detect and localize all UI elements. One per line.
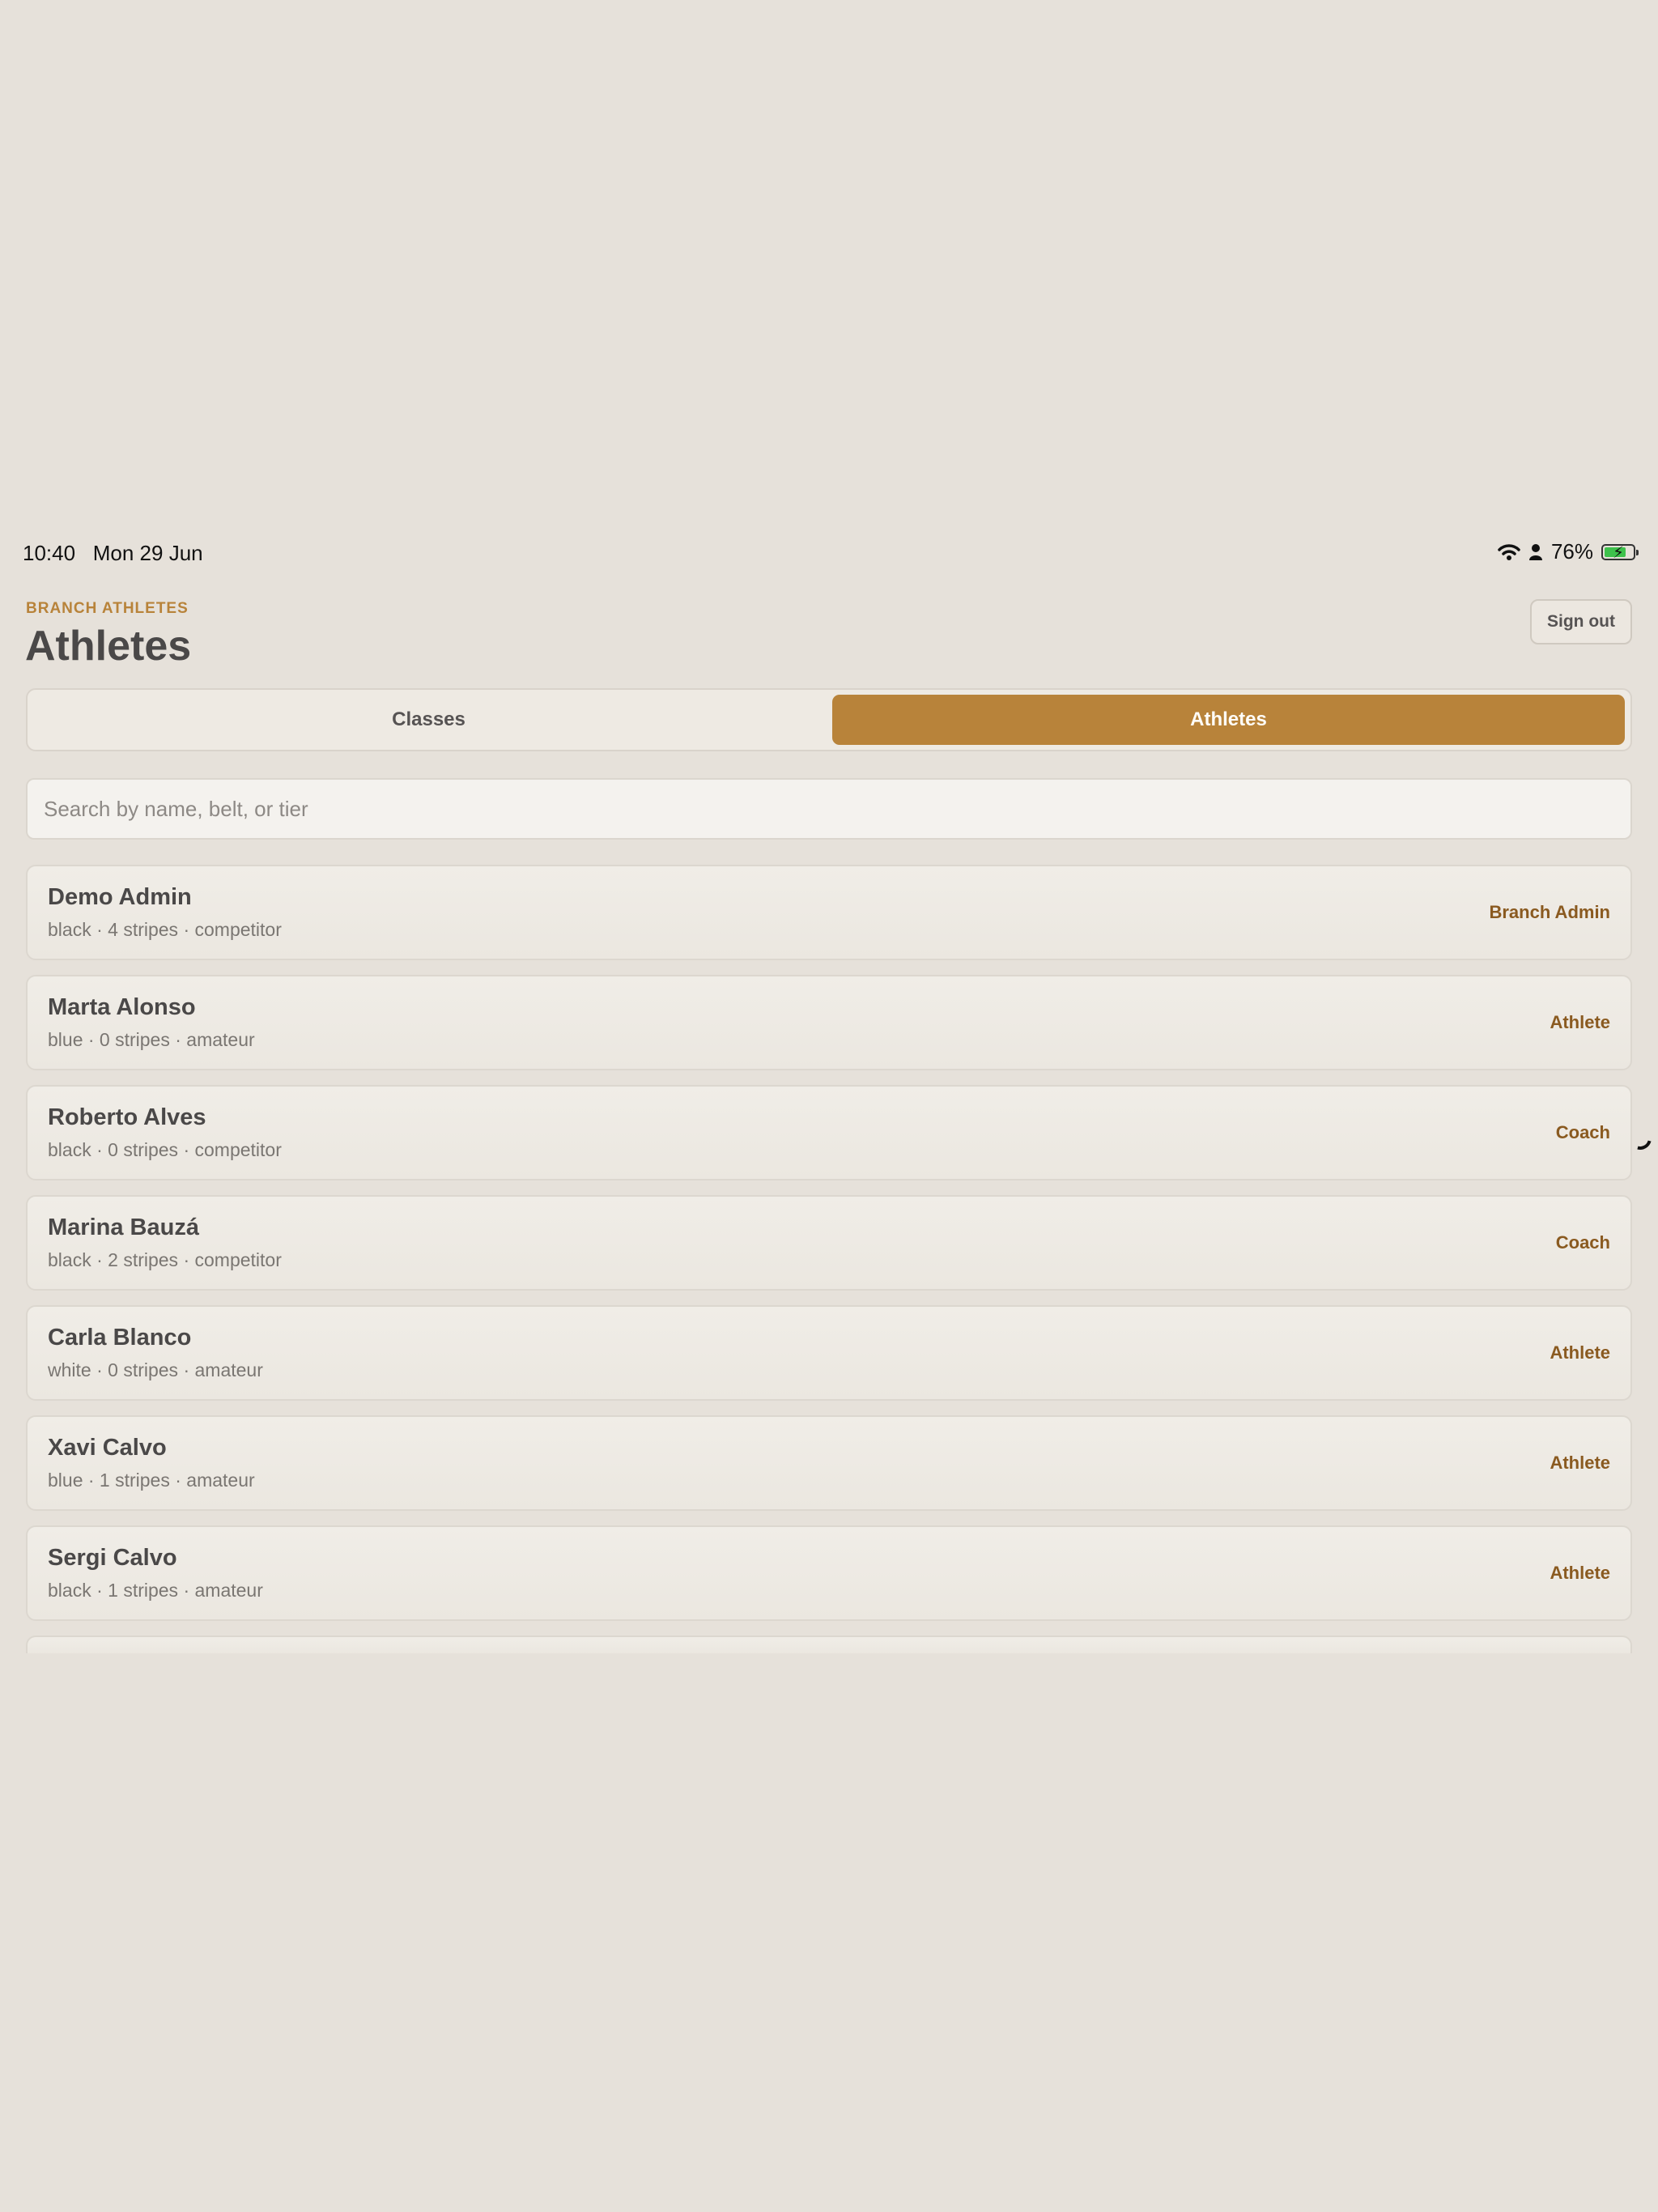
athlete-row[interactable]: Xavi Calvo blue · 1 stripes · amateur At… <box>26 1415 1632 1511</box>
athlete-name: Sergi Calvo <box>48 1545 177 1571</box>
athlete-name: Demo Admin <box>48 884 192 910</box>
athlete-row[interactable]: Sergi Calvo black · 1 stripes · amateur … <box>26 1525 1632 1621</box>
athlete-row[interactable]: Demo Admin black · 4 stripes · competito… <box>26 865 1632 960</box>
athlete-name: Marta Alonso <box>48 994 196 1020</box>
athlete-role: Coach <box>1555 1122 1610 1142</box>
tab-classes[interactable]: Classes <box>32 695 825 745</box>
athlete-role: Athlete <box>1550 1453 1610 1473</box>
person-icon <box>1528 543 1542 560</box>
athlete-list: Demo Admin black · 4 stripes · competito… <box>26 865 1632 1655</box>
charging-bolt-icon: ⚡ <box>1613 543 1625 562</box>
search-input[interactable] <box>28 780 1630 838</box>
athlete-row-partial[interactable] <box>26 1636 1632 1653</box>
battery-percent: 76% <box>1550 539 1593 564</box>
status-clock: 10:40 <box>23 541 76 565</box>
athlete-name: Xavi Calvo <box>48 1435 167 1461</box>
athlete-detail: black · 4 stripes · competitor <box>48 919 282 940</box>
athlete-row[interactable]: Marina Bauzá black · 2 stripes · competi… <box>26 1195 1632 1291</box>
athlete-role: Branch Admin <box>1489 902 1610 922</box>
athlete-detail: black · 2 stripes · competitor <box>48 1249 282 1270</box>
athlete-name: Marina Bauzá <box>48 1214 199 1240</box>
athlete-detail: blue · 1 stripes · amateur <box>48 1470 255 1491</box>
status-date: Mon 29 Jun <box>92 541 203 565</box>
app-screen: 10:40 Mon 29 Jun 76% ⚡ BRANCH ATHLETES A… <box>0 525 1658 1655</box>
view-segmented-control: Classes Athletes <box>26 688 1632 751</box>
status-bar: 10:40 Mon 29 Jun 76% ⚡ <box>0 525 1658 580</box>
athlete-detail: blue · 0 stripes · amateur <box>48 1029 255 1050</box>
athlete-role: Athlete <box>1550 1012 1610 1032</box>
sign-out-button[interactable]: Sign out <box>1530 599 1632 644</box>
athlete-detail: white · 0 stripes · amateur <box>48 1359 263 1380</box>
status-time: 10:40 Mon 29 Jun <box>23 541 203 566</box>
wifi-icon <box>1498 543 1520 560</box>
athlete-row[interactable]: Roberto Alves black · 0 stripes · compet… <box>26 1085 1632 1180</box>
battery-charging-icon: ⚡ <box>1601 543 1639 562</box>
athlete-detail: black · 1 stripes · amateur <box>48 1580 263 1601</box>
athlete-role: Coach <box>1555 1232 1610 1253</box>
search-field <box>26 778 1632 840</box>
athlete-name: Roberto Alves <box>48 1104 206 1130</box>
athlete-name: Carla Blanco <box>48 1325 192 1351</box>
athlete-detail: black · 0 stripes · competitor <box>48 1139 282 1160</box>
battery-tip <box>1636 549 1639 555</box>
status-indicators: 76% ⚡ <box>1498 539 1639 564</box>
page-title: Athletes <box>25 623 192 670</box>
athlete-role: Athlete <box>1550 1563 1610 1583</box>
athlete-role: Athlete <box>1550 1342 1610 1363</box>
athlete-row[interactable]: Marta Alonso blue · 0 stripes · amateur … <box>26 975 1632 1070</box>
page-eyebrow: BRANCH ATHLETES <box>26 600 189 617</box>
athlete-row[interactable]: Carla Blanco white · 0 stripes · amateur… <box>26 1305 1632 1401</box>
tab-athletes[interactable]: Athletes <box>832 695 1625 745</box>
